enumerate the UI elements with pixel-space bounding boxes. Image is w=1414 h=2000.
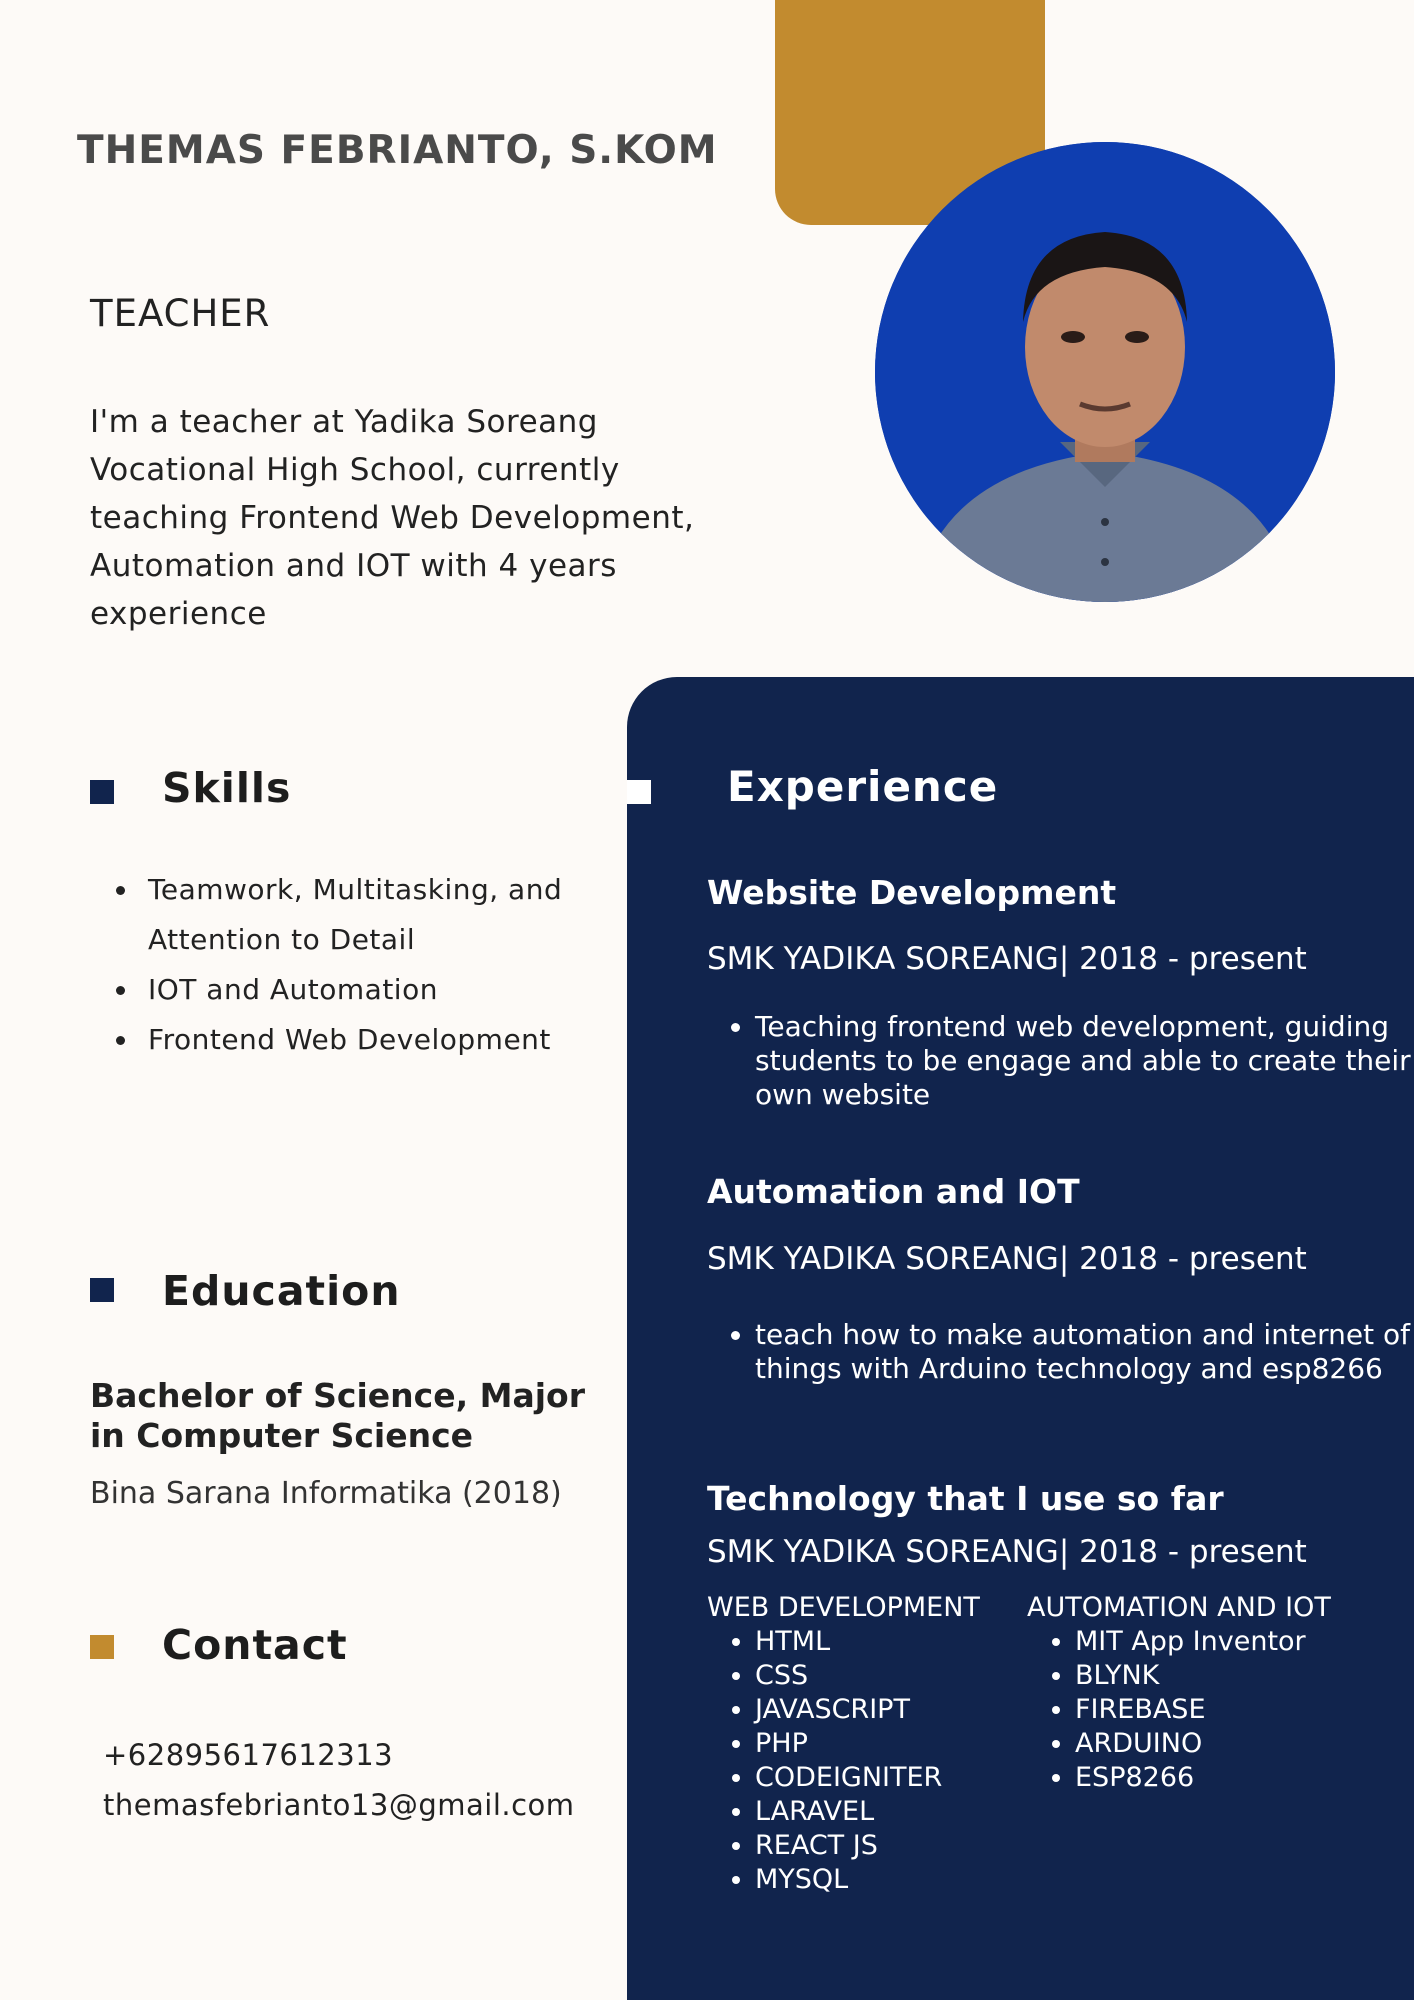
job-meta: SMK YADIKA SOREANG| 2018 - present bbox=[707, 1534, 1307, 1570]
job-meta: SMK YADIKA SOREANG| 2018 - present bbox=[707, 941, 1307, 977]
tech-item: CODEIGNITER bbox=[755, 1761, 1017, 1795]
tech-item: BLYNK bbox=[1075, 1659, 1387, 1693]
education-school: Bina Sarana Informatika (2018) bbox=[90, 1476, 562, 1511]
job-duties: Teaching frontend web development, guidi… bbox=[707, 1010, 1414, 1112]
tech-item: FIREBASE bbox=[1075, 1693, 1387, 1727]
tech-item: PHP bbox=[755, 1727, 1017, 1761]
duty-item: teach how to make automation and interne… bbox=[755, 1318, 1414, 1386]
tech-column-heading: WEB DEVELOPMENT bbox=[707, 1592, 980, 1623]
tech-item: CSS bbox=[755, 1659, 1017, 1693]
profile-role: TEACHER bbox=[90, 292, 271, 335]
contact-email: themasfebrianto13@gmail.com bbox=[103, 1788, 575, 1822]
tech-column-iot: AUTOMATION AND IOT MIT App Inventor BLYN… bbox=[1027, 1591, 1387, 1795]
job-title: Automation and IOT bbox=[707, 1172, 1080, 1211]
education-heading: Education bbox=[162, 1267, 401, 1315]
skill-item: Frontend Web Development bbox=[140, 1015, 660, 1065]
education-degree: Bachelor of Science, Major in Computer S… bbox=[90, 1376, 585, 1455]
job-meta: SMK YADIKA SOREANG| 2018 - present bbox=[707, 1241, 1307, 1277]
skill-item: Teamwork, Multitasking, and Attention to… bbox=[140, 865, 660, 965]
tech-item: HTML bbox=[755, 1625, 1017, 1659]
skills-marker-icon bbox=[90, 780, 114, 804]
tech-column-heading: AUTOMATION AND IOT bbox=[1027, 1592, 1331, 1623]
contact-heading: Contact bbox=[162, 1621, 348, 1669]
skill-item: IOT and Automation bbox=[140, 965, 660, 1015]
experience-marker-icon bbox=[627, 780, 651, 804]
person-portrait-icon bbox=[875, 142, 1335, 602]
tech-column-web: WEB DEVELOPMENT HTML CSS JAVASCRIPT PHP … bbox=[707, 1591, 1017, 1897]
tech-item: MIT App Inventor bbox=[1075, 1625, 1387, 1659]
education-marker-icon bbox=[90, 1278, 114, 1302]
tech-list: MIT App Inventor BLYNK FIREBASE ARDUINO … bbox=[1027, 1625, 1387, 1795]
job-title: Website Development bbox=[707, 873, 1117, 912]
contact-marker-icon bbox=[90, 1635, 114, 1659]
tech-item: REACT JS bbox=[755, 1829, 1017, 1863]
experience-heading: Experience bbox=[727, 762, 999, 811]
tech-item: MYSQL bbox=[755, 1863, 1017, 1897]
contact-phone: +62895617612313 bbox=[103, 1738, 394, 1772]
job-title: Technology that I use so far bbox=[707, 1479, 1224, 1518]
tech-item: ESP8266 bbox=[1075, 1761, 1387, 1795]
profile-photo bbox=[875, 142, 1335, 602]
duty-item: Teaching frontend web development, guidi… bbox=[755, 1010, 1414, 1112]
tech-item: ARDUINO bbox=[1075, 1727, 1387, 1761]
tech-item: LARAVEL bbox=[755, 1795, 1017, 1829]
profile-name: THEMAS FEBRIANTO, S.KOM bbox=[77, 128, 718, 173]
tech-item: JAVASCRIPT bbox=[755, 1693, 1017, 1727]
skills-list: Teamwork, Multitasking, and Attention to… bbox=[100, 865, 660, 1065]
tech-list: HTML CSS JAVASCRIPT PHP CODEIGNITER LARA… bbox=[707, 1625, 1017, 1897]
job-duties: teach how to make automation and interne… bbox=[707, 1318, 1414, 1386]
profile-summary: I'm a teacher at Yadika Soreang Vocation… bbox=[90, 404, 695, 632]
skills-heading: Skills bbox=[162, 764, 292, 812]
